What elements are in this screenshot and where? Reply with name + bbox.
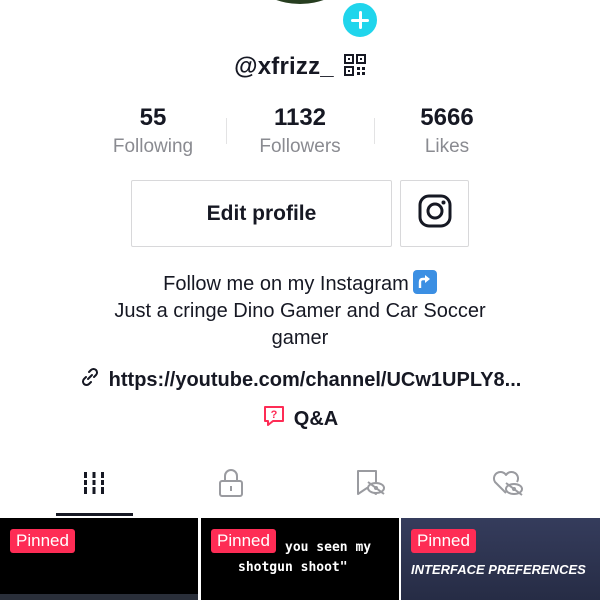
qa-label: Q&A [293,407,339,430]
grid-icon [81,470,107,501]
bio-line-3: gamer [271,327,329,349]
tab-videos[interactable] [19,465,169,505]
username: @xfrizz_ [234,53,334,80]
tab-liked[interactable] [432,465,582,505]
saved-icon [354,468,386,503]
profile-bio: Follow me on my Instagram Just a cringe … [60,270,540,352]
stat-likes[interactable]: 5666 Likes [372,102,522,158]
link-text: https://youtube.com/channel/UCw1UPLY8... [108,368,522,391]
stat-following[interactable]: 55 Following [78,102,228,158]
qa-button[interactable]: ? Q&A [0,404,600,434]
pinned-badge: Pinned [411,529,476,553]
pinned-badge: Pinned [10,529,75,553]
qr-code-icon[interactable] [343,53,366,81]
video-caption: INTERFACE PREFERENCES [411,562,586,577]
instagram-button[interactable] [400,180,469,247]
pinned-badge: Pinned [211,529,276,553]
username-row: @xfrizz_ [0,50,600,84]
likes-label: Likes [424,136,470,157]
video-caption-line-2: shotgun shoot" [238,560,348,575]
followers-label: Followers [259,136,341,157]
video-caption-line-1: you seen my [285,540,372,555]
followers-count: 1132 [273,104,327,131]
stat-followers[interactable]: 1132 Followers [225,102,375,158]
likes-count: 5666 [420,104,474,131]
bio-line-1: Follow me on my Instagram [60,270,540,298]
link-icon [79,366,101,394]
question-bubble-icon: ? [262,404,286,434]
bio-line-2: Just a cringe Dino Gamer and Car Soccer [114,300,486,322]
video-tile-3[interactable]: INTERFACE PREFERENCES Pinned [401,518,600,600]
video-thumbnail-detail [0,594,198,600]
svg-text:?: ? [270,409,277,421]
active-tab-indicator [56,513,133,516]
video-tile-1[interactable]: Pinned [0,518,198,600]
add-avatar-button[interactable] [340,0,380,40]
following-label: Following [112,136,194,157]
profile-link[interactable]: https://youtube.com/channel/UCw1UPLY8... [0,366,600,394]
instagram-icon [417,193,453,234]
video-tile-2[interactable]: you seen my shotgun shoot" Pinned [201,518,399,600]
following-count: 55 [139,104,167,131]
bio-line-1-text: Follow me on my Instagram [163,273,409,295]
up-arrow-emoji-icon [412,270,437,294]
lock-icon [217,468,245,503]
tab-saved[interactable] [295,465,445,505]
liked-icon [490,468,524,503]
tab-private[interactable] [156,465,306,505]
plus-icon-vertical [358,11,362,29]
edit-profile-button[interactable]: Edit profile [131,180,392,247]
